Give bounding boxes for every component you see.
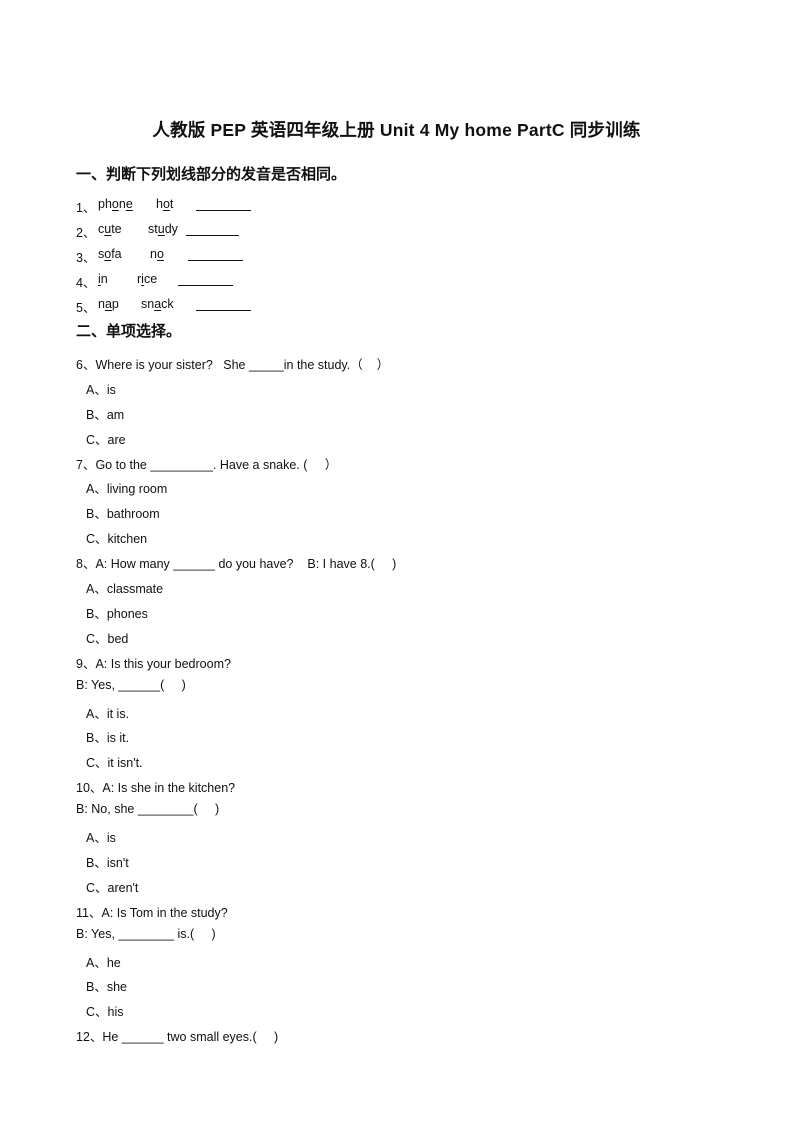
answer-option: A、it is. [86,707,130,721]
underlined-letters: u [157,222,165,236]
answer-option: C、aren't [86,881,139,895]
answer-blank[interactable] [188,248,243,261]
answer-blank[interactable] [186,223,239,236]
item-number: 1、 [76,201,96,215]
word-1: sofa [98,247,122,261]
answer-option: B、is it. [86,731,130,745]
item-number: 4、 [76,276,96,290]
question-stem: 12、He ______ two small eyes.( ) [76,1030,279,1044]
word-2: study [148,222,178,236]
phonics-item: 5、 nap snack [76,297,376,315]
word-part: ck [161,297,174,311]
section-2-heading: 二、单项选择。 [76,323,182,340]
word-2: no [150,247,164,261]
answer-option: A、he [86,956,121,970]
word-part: sn [141,297,155,311]
question-stem: 8、A: How many ______ do you have? B: I h… [76,557,397,571]
underlined-letters: o [111,197,119,211]
word-1: nap [98,297,119,311]
word-part: t [169,197,174,211]
word-part: ph [98,197,112,211]
answer-option: A、living room [86,482,168,496]
question-response-line: B: No, she ________( ) [76,802,220,816]
answer-option: C、his [86,1005,124,1019]
answer-option: C、kitchen [86,532,148,546]
word-1: in [98,272,108,286]
word-part: te [111,222,122,236]
section-1-heading: 一、判断下列划线部分的发音是否相同。 [76,166,347,183]
word-part: ce [143,272,158,286]
underlined-letters: e [125,197,133,211]
answer-option: A、classmate [86,582,164,596]
underlined-letters: o [162,197,170,211]
answer-option: B、isn't [86,856,129,870]
word-part: h [156,197,163,211]
question-response-line: B: Yes, ______( ) [76,678,186,692]
document-title: 人教版 PEP 英语四年级上册 Unit 4 My home PartC 同步训… [152,120,641,140]
phonics-item: 2、 cute study [76,222,376,240]
underlined-letters: o [156,247,164,261]
word-part: dy [164,222,178,236]
question-stem: 6、Where is your sister? She _____in the … [76,358,390,372]
word-part: n [100,272,108,286]
word-part: p [111,297,119,311]
question-response-line: B: Yes, ________ is.( ) [76,927,216,941]
answer-blank[interactable] [196,198,251,211]
answer-option: B、am [86,408,125,422]
word-1: phone [98,197,133,211]
question-stem: 11、A: Is Tom in the study? [76,906,228,920]
answer-blank[interactable] [196,298,251,311]
answer-option: A、is [86,831,116,845]
word-1: cute [98,222,122,236]
answer-option: C、bed [86,632,129,646]
word-part: fa [111,247,122,261]
word-2: snack [141,297,174,311]
word-part: n [118,197,126,211]
answer-option: C、it isn't. [86,756,143,770]
answer-blank[interactable] [178,273,233,286]
question-stem: 7、Go to the _________. Have a snake. ( ） [76,458,338,472]
underlined-letters: a [104,297,112,311]
word-part: n [150,247,157,261]
answer-option: B、phones [86,607,148,621]
phonics-item: 4、 in rice [76,272,376,290]
item-number: 5、 [76,301,96,315]
item-number: 3、 [76,251,96,265]
word-2: hot [156,197,173,211]
word-part: n [98,297,105,311]
answer-option: B、bathroom [86,507,160,521]
answer-option: A、is [86,383,116,397]
phonics-item: 3、 sofa no [76,247,376,265]
phonics-item: 1、 phone hot [76,197,376,215]
word-part: st [148,222,158,236]
answer-option: C、are [86,433,126,447]
item-number: 2、 [76,226,96,240]
answer-option: B、she [86,980,127,994]
question-stem: 10、A: Is she in the kitchen? [76,781,236,795]
question-stem: 9、A: Is this your bedroom? [76,657,231,671]
word-2: rice [137,272,157,286]
